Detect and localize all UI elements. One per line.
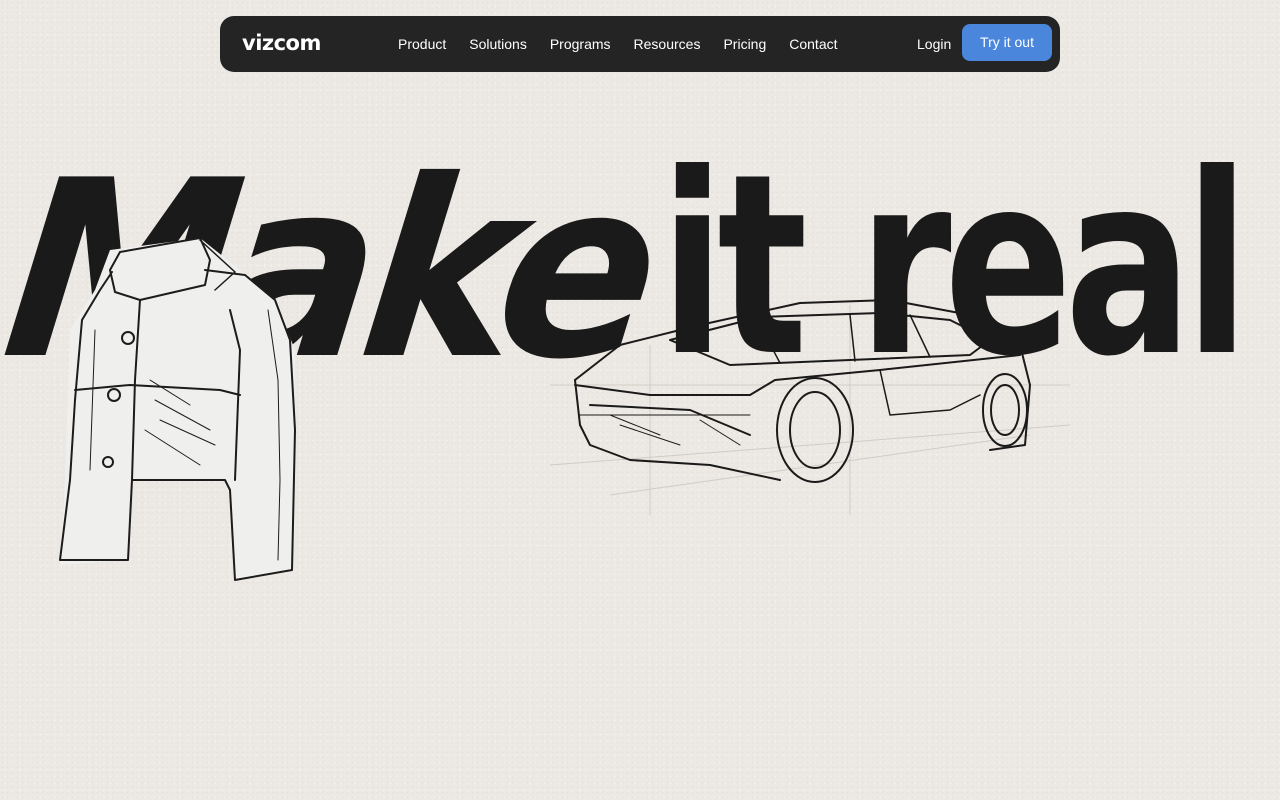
nav-link-contact[interactable]: Contact [789, 36, 837, 52]
car-sketch [550, 299, 1070, 515]
nav-link-product[interactable]: Product [398, 36, 446, 52]
top-navbar: vizcom Product Solutions Programs Resour… [220, 16, 1060, 72]
login-link[interactable]: Login [917, 16, 951, 72]
jacket-sketch [59, 237, 296, 581]
nav-link-resources[interactable]: Resources [634, 36, 701, 52]
nav-link-pricing[interactable]: Pricing [723, 36, 766, 52]
nav-link-programs[interactable]: Programs [550, 36, 611, 52]
try-it-out-button[interactable]: Try it out [962, 24, 1052, 61]
vizcom-logo[interactable]: vizcom [242, 30, 321, 56]
nav-links: Product Solutions Programs Resources Pri… [398, 16, 861, 72]
nav-link-solutions[interactable]: Solutions [469, 36, 527, 52]
